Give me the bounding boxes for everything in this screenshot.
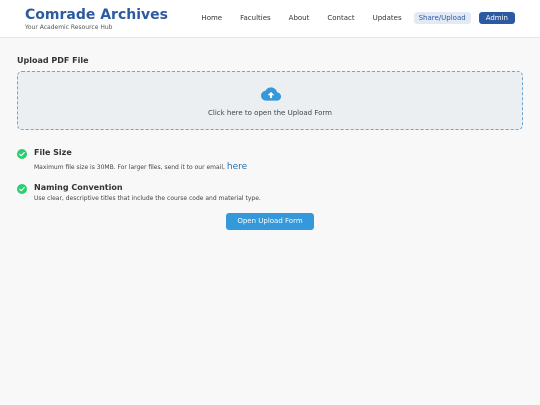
upload-dropzone[interactable]: Click here to open the Upload Form	[17, 71, 523, 130]
requirement-title: File Size	[34, 148, 72, 157]
requirement-title: Naming Convention	[34, 183, 123, 192]
nav-home[interactable]: Home	[201, 12, 222, 24]
nav-contact[interactable]: Contact	[327, 12, 354, 24]
nav-updates[interactable]: Updates	[373, 12, 402, 24]
upload-section-title: Upload PDF File	[17, 56, 89, 65]
nav-about[interactable]: About	[289, 12, 310, 24]
open-upload-form-button[interactable]: Open Upload Form	[226, 213, 314, 230]
site-header: Comrade Archives Your Academic Resource …	[0, 0, 540, 38]
main-nav: Home Faculties About Contact Updates Sha…	[183, 12, 515, 24]
check-circle-icon	[17, 184, 27, 194]
nav-admin-button[interactable]: Admin	[478, 12, 515, 24]
site-title[interactable]: Comrade Archives	[25, 7, 168, 23]
dropzone-text: Click here to open the Upload Form	[208, 109, 332, 117]
requirement-description: Maximum file size is 30MB. For larger fi…	[34, 162, 247, 172]
requirement-description: Use clear, descriptive titles that inclu…	[34, 195, 261, 202]
requirement-text: Maximum file size is 30MB. For larger fi…	[34, 164, 225, 171]
nav-faculties[interactable]: Faculties	[240, 12, 271, 24]
brand[interactable]: Comrade Archives Your Academic Resource …	[25, 7, 168, 31]
check-circle-icon	[17, 149, 27, 159]
email-link[interactable]: here	[227, 162, 247, 172]
cloud-upload-icon	[261, 87, 281, 101]
nav-share-upload[interactable]: Share/Upload	[413, 12, 471, 24]
site-subtitle: Your Academic Resource Hub	[25, 24, 113, 31]
